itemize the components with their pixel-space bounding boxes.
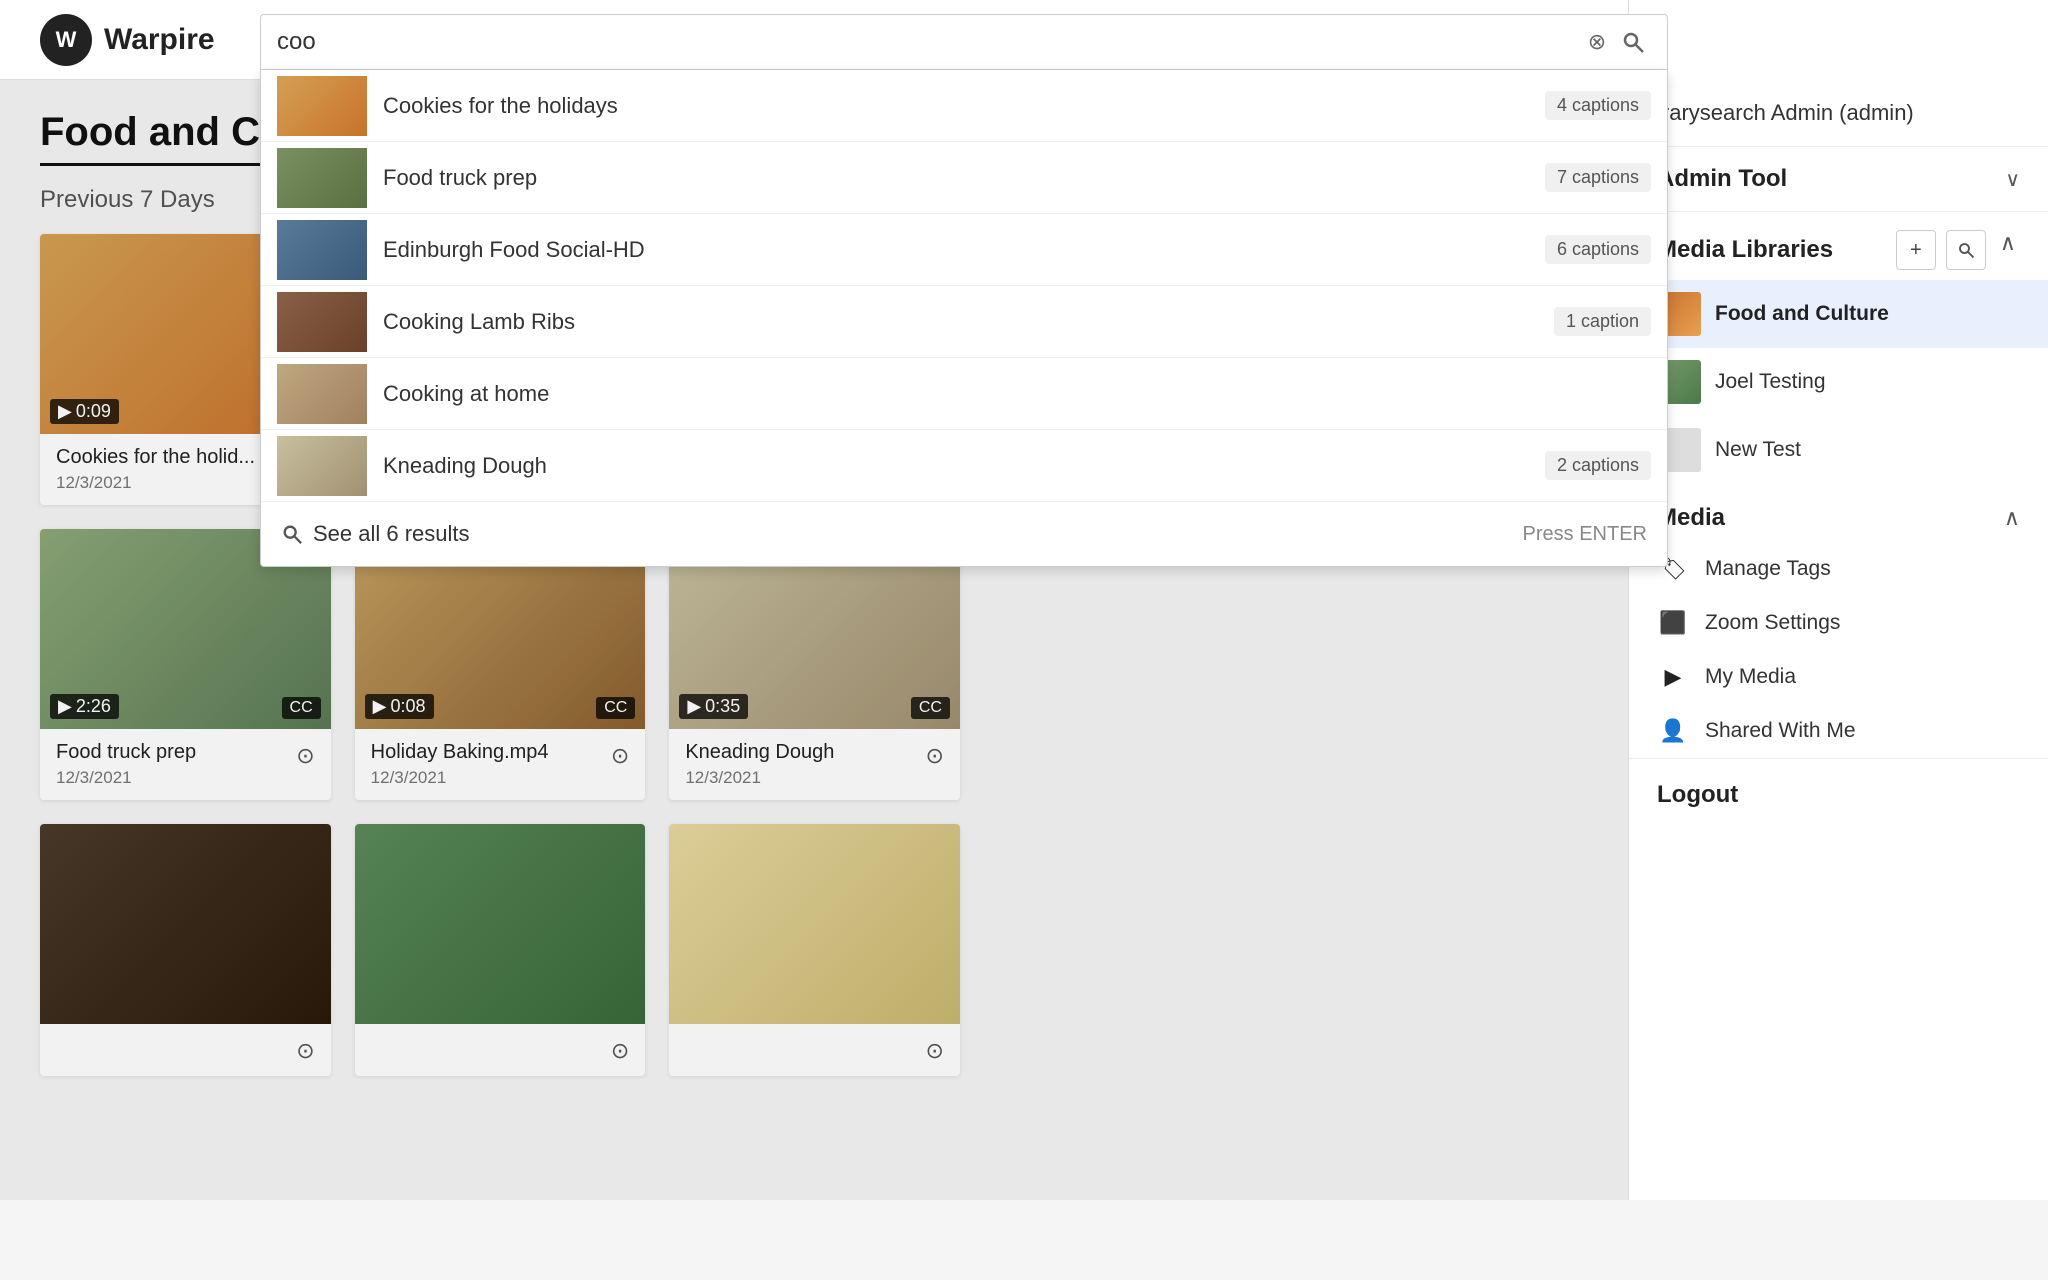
search-result-item[interactable]: Cooking at home (261, 358, 1667, 430)
media-item-icon: ▶ (1657, 664, 1689, 690)
library-items-list: Food and Culture Joel Testing New Test (1629, 280, 2048, 484)
logo-icon: W (40, 14, 92, 66)
media-items-list: 🏷 Manage Tags ⬛ Zoom Settings ▶ My Media… (1629, 542, 2048, 758)
admin-tool-label: Admin Tool (1657, 165, 1787, 193)
media-libraries-header: Media Libraries + ∧ (1629, 212, 2048, 280)
search-input-row: ⊗ (260, 14, 1668, 70)
result-thumbnail (277, 148, 367, 208)
library-item-label: Food and Culture (1715, 302, 1889, 326)
result-thumbnail (277, 76, 367, 136)
library-item-label: Joel Testing (1715, 370, 1826, 394)
media-chevron[interactable]: ∧ (2004, 505, 2020, 531)
admin-tool-chevron: ∨ (2005, 167, 2020, 192)
press-enter-hint: Press ENTER (1523, 523, 1647, 546)
result-thumbnail (277, 364, 367, 424)
library-item[interactable]: Food and Culture (1629, 280, 2048, 348)
library-item[interactable]: New Test (1629, 416, 2048, 484)
result-title: Cookies for the holidays (383, 93, 1529, 119)
media-item[interactable]: 🏷 Manage Tags (1629, 542, 2048, 596)
result-title: Kneading Dough (383, 453, 1529, 479)
search-button[interactable] (1615, 24, 1651, 60)
search-footer: See all 6 results Press ENTER (261, 502, 1667, 566)
result-title: Cooking Lamb Ribs (383, 309, 1538, 335)
media-libraries-actions: + ∧ (1896, 230, 2020, 270)
media-item-icon: ⬛ (1657, 610, 1689, 636)
search-result-item[interactable]: Edinburgh Food Social-HD 6 captions (261, 214, 1667, 286)
panel-user: lrarysearch Admin (admin) (1629, 80, 2048, 147)
clear-search-icon[interactable]: ⊗ (1579, 24, 1615, 60)
add-library-button[interactable]: + (1896, 230, 1936, 270)
result-title: Food truck prep (383, 165, 1529, 191)
search-result-item[interactable]: Kneading Dough 2 captions (261, 430, 1667, 502)
see-all-results[interactable]: See all 6 results (281, 521, 470, 547)
result-badge: 4 captions (1545, 91, 1651, 120)
logout-button[interactable]: Logout (1629, 758, 2048, 831)
media-item-label: Zoom Settings (1705, 611, 1840, 635)
search-dropdown: Cookies for the holidays 4 captions Food… (260, 70, 1668, 567)
admin-tool-section[interactable]: Admin Tool ∨ (1629, 147, 2048, 212)
media-item[interactable]: ⬛ Zoom Settings (1629, 596, 2048, 650)
right-panel: lrarysearch Admin (admin) Admin Tool ∨ M… (1628, 0, 2048, 1200)
result-badge: 7 captions (1545, 163, 1651, 192)
see-all-label: See all 6 results (313, 521, 470, 547)
media-libraries-section: Media Libraries + ∧ Food and Culture Joe… (1629, 212, 2048, 484)
library-item-label: New Test (1715, 438, 1801, 462)
search-input[interactable] (277, 28, 1579, 56)
media-libraries-label: Media Libraries (1657, 236, 1833, 264)
search-result-item[interactable]: Cookies for the holidays 4 captions (261, 70, 1667, 142)
result-thumbnail (277, 436, 367, 496)
result-badge: 6 captions (1545, 235, 1651, 264)
result-thumbnail (277, 292, 367, 352)
media-item-label: My Media (1705, 665, 1796, 689)
media-item[interactable]: 👤 Shared With Me (1629, 704, 2048, 758)
result-thumbnail (277, 220, 367, 280)
logo-text: Warpire (104, 23, 215, 57)
media-item-label: Manage Tags (1705, 557, 1831, 581)
library-item[interactable]: Joel Testing (1629, 348, 2048, 416)
media-libraries-collapse[interactable]: ∧ (1996, 230, 2020, 270)
result-title: Edinburgh Food Social-HD (383, 237, 1529, 263)
result-title: Cooking at home (383, 381, 1651, 407)
media-item-label: Shared With Me (1705, 719, 1856, 743)
media-item[interactable]: ▶ My Media (1629, 650, 2048, 704)
search-container: ⊗ Cookies for the holidays 4 captions Fo… (260, 14, 1668, 567)
search-library-button[interactable] (1946, 230, 1986, 270)
media-section: Media ∧ (1629, 484, 2048, 542)
media-item-icon: 👤 (1657, 718, 1689, 744)
search-result-item[interactable]: Food truck prep 7 captions (261, 142, 1667, 214)
result-badge: 1 caption (1554, 307, 1651, 336)
search-footer-icon (281, 523, 303, 545)
logo-area: W Warpire (40, 14, 215, 66)
result-badge: 2 captions (1545, 451, 1651, 480)
search-result-item[interactable]: Cooking Lamb Ribs 1 caption (261, 286, 1667, 358)
